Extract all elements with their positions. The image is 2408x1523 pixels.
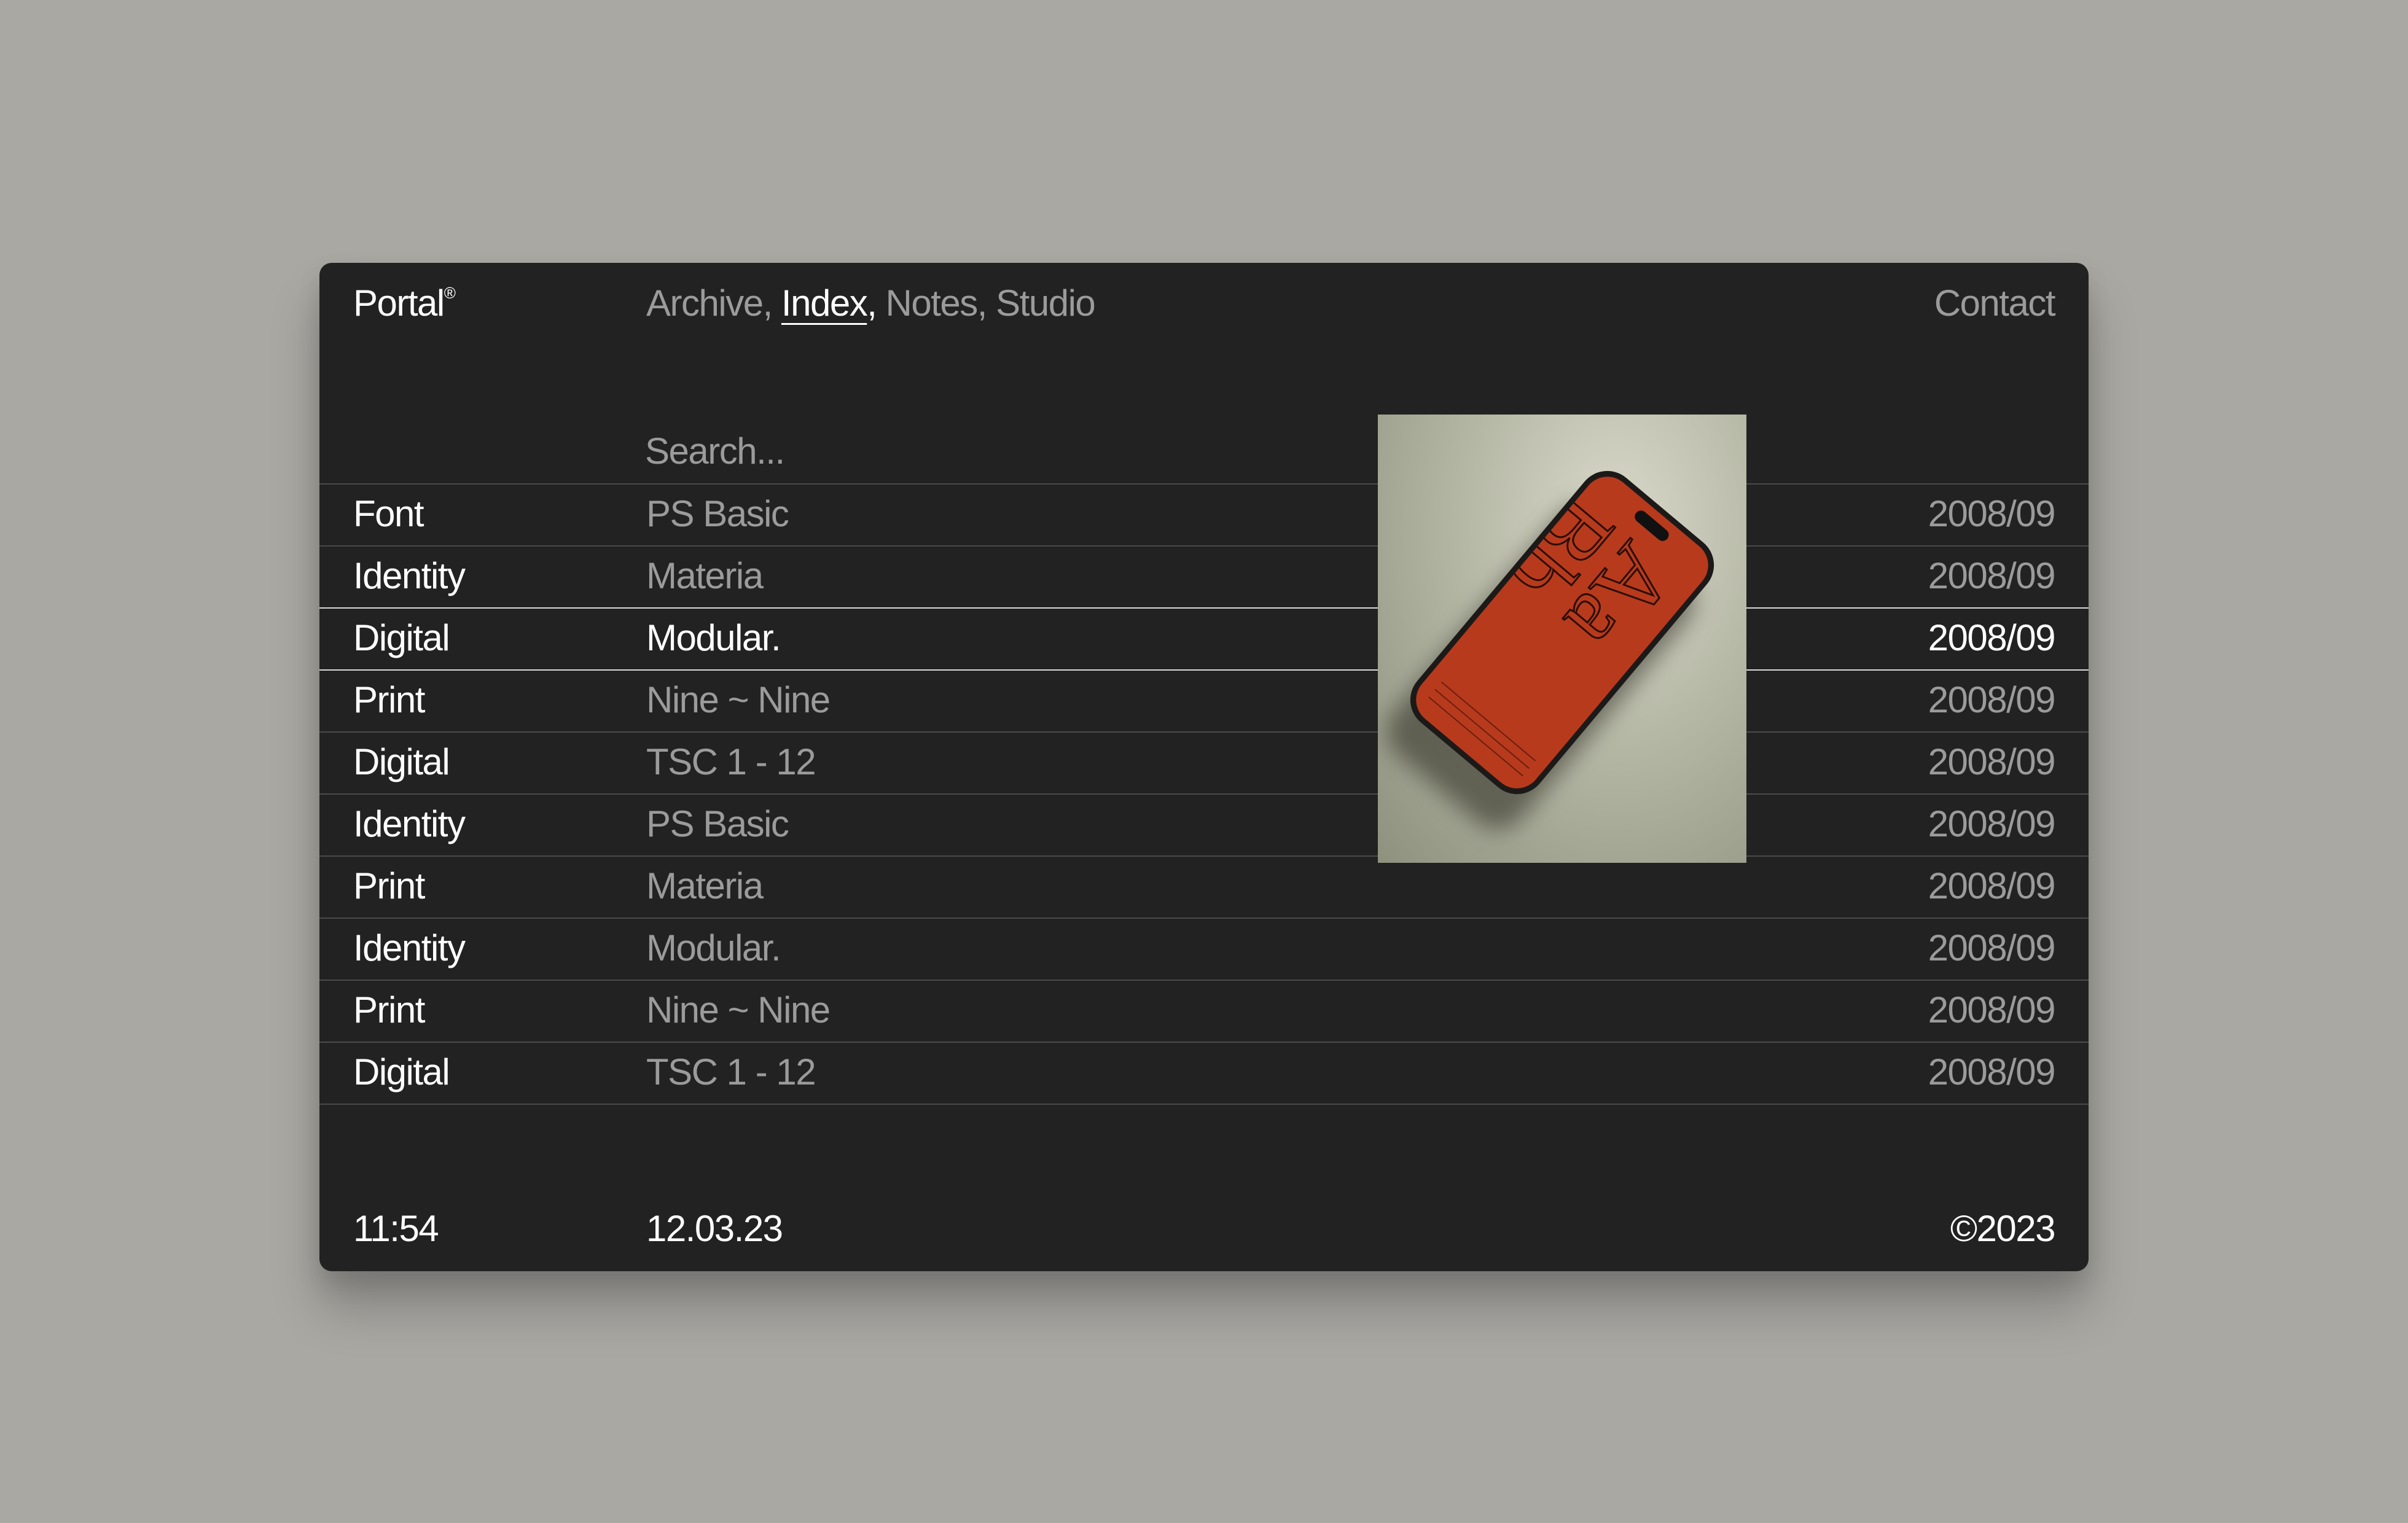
preview-image: Aa Bb: [1378, 415, 1746, 863]
nav-separator: ,: [867, 282, 886, 324]
list-row[interactable]: Identity Materia 2008/09: [319, 545, 2089, 607]
list-row[interactable]: Identity PS Basic 2008/09: [319, 793, 2089, 855]
row-date: 2008/09: [1928, 989, 2056, 1030]
contact-link[interactable]: Contact: [1934, 285, 2056, 322]
list-row[interactable]: Font PS Basic 2008/09: [319, 483, 2089, 545]
footer-date: 12.03.23: [646, 1208, 783, 1249]
main-nav: Archive, Index, Notes, Studio: [646, 282, 1096, 324]
row-date: 2008/09: [1928, 617, 2056, 658]
list-row[interactable]: Print Nine ~ Nine 2008/09: [319, 669, 2089, 731]
index-list: Font PS Basic 2008/09 Identity Materia 2008/0…: [319, 483, 2089, 1105]
nav-studio[interactable]: Studio: [996, 282, 1096, 324]
row-date: 2008/09: [1928, 555, 2056, 596]
registered-mark: ®: [444, 284, 456, 302]
nav-index[interactable]: Index: [781, 282, 868, 324]
list-row[interactable]: Digital TSC 1 - 12 2008/09: [319, 1042, 2089, 1105]
row-category: Identity: [353, 803, 466, 844]
logo[interactable]: Portal®: [353, 285, 456, 322]
row-category: Digital: [353, 741, 450, 782]
row-category: Identity: [353, 927, 466, 968]
search-input[interactable]: [645, 427, 1444, 474]
list-row[interactable]: Print Nine ~ Nine 2008/09: [319, 980, 2089, 1042]
specimen-glyphs: Aa Bb: [1485, 473, 1694, 673]
row-date: 2008/09: [1928, 493, 2056, 534]
row-date: 2008/09: [1928, 1051, 2056, 1093]
row-project-name: PS Basic: [646, 803, 789, 844]
list-row[interactable]: Print Materia 2008/09: [319, 855, 2089, 917]
list-row[interactable]: Digital TSC 1 - 12 2008/09: [319, 731, 2089, 793]
row-date: 2008/09: [1928, 741, 2056, 782]
row-category: Print: [353, 989, 425, 1030]
portal-window: Portal® Archive, Index, Notes, Studio Co…: [319, 263, 2089, 1271]
phone-notch: [1632, 508, 1671, 543]
row-date: 2008/09: [1928, 927, 2056, 968]
row-project-name: Modular.: [646, 617, 781, 658]
row-project-name: Modular.: [646, 927, 781, 968]
list-row[interactable]: Digital Modular. 2008/09: [319, 607, 2089, 669]
row-category: Digital: [353, 1051, 450, 1093]
row-project-name: TSC 1 - 12: [646, 741, 816, 782]
row-date: 2008/09: [1928, 679, 2056, 720]
row-project-name: Materia: [646, 865, 764, 906]
row-category: Print: [353, 865, 425, 906]
row-project-name: Nine ~ Nine: [646, 989, 831, 1030]
row-project-name: PS Basic: [646, 493, 789, 534]
nav-notes[interactable]: Notes: [886, 282, 979, 324]
row-project-name: Nine ~ Nine: [646, 679, 831, 720]
row-project-name: Materia: [646, 555, 764, 596]
nav-separator: ,: [977, 282, 996, 324]
row-category: Identity: [353, 555, 466, 596]
row-date: 2008/09: [1928, 803, 2056, 844]
nav-separator: ,: [762, 282, 781, 324]
footer-copyright: ©2023: [1950, 1208, 2056, 1249]
row-category: Print: [353, 679, 425, 720]
nav-archive[interactable]: Archive: [646, 282, 764, 324]
logo-text: Portal: [353, 282, 445, 324]
row-date: 2008/09: [1928, 865, 2056, 906]
list-row[interactable]: Identity Modular. 2008/09: [319, 917, 2089, 980]
footer-time: 11:54: [353, 1208, 439, 1249]
row-project-name: TSC 1 - 12: [646, 1051, 816, 1093]
row-category: Digital: [353, 617, 450, 658]
row-category: Font: [353, 493, 424, 534]
